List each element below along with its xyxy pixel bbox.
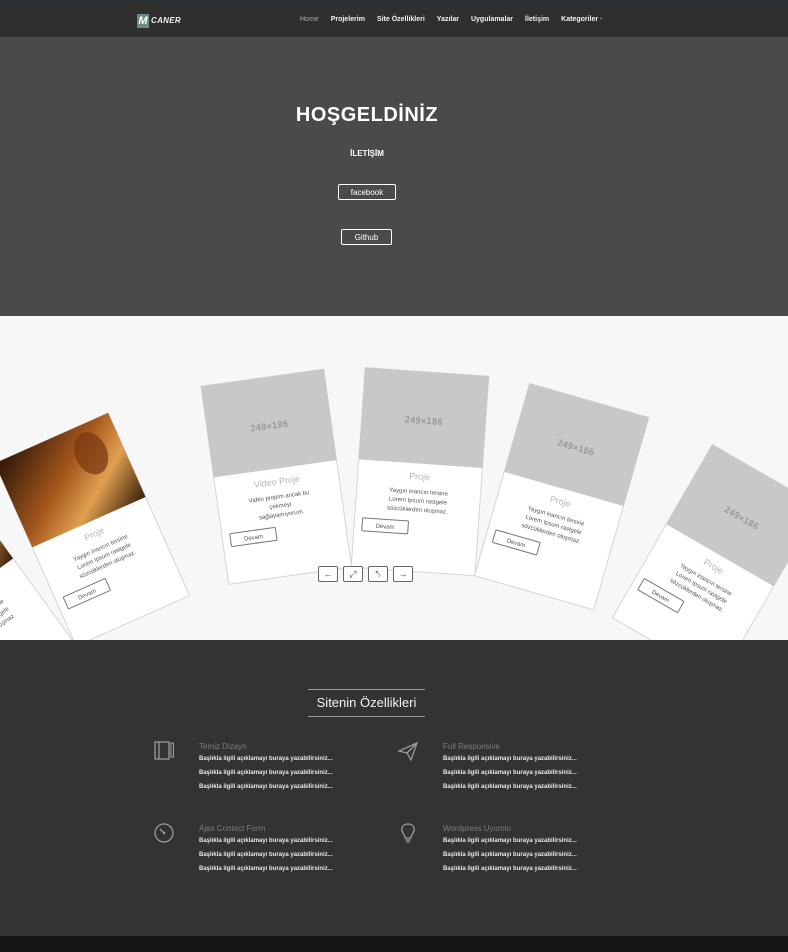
carousel-expand-button[interactable]: ⤢ [343, 566, 363, 582]
feature-line: Başlıkla ilgili açıklamayı buraya yazabi… [199, 756, 333, 762]
feature-full-responsive: Full Responsive Başlıkla ilgili açıklama… [397, 741, 643, 798]
contact-label: İLETİŞİM [350, 149, 384, 158]
nav-menu: Home Projelerim Site Özellikleri Yazılar… [300, 16, 602, 23]
feature-ajax-contact-form: Ajax Contact Form Başlıkla ilgili açıkla… [154, 823, 399, 880]
speedometer-icon [154, 823, 174, 843]
notebook-icon [154, 741, 175, 760]
feature-line: Başlıkla ilgili açıklamayı buraya yazabi… [443, 756, 577, 762]
card-title: Proje [409, 471, 431, 482]
carousel-cards: 249×186Video ProjeVideo projem ancak buç… [0, 367, 788, 640]
feature-line: Başlıkla ilgili açıklamayı buraya yazabi… [443, 770, 577, 776]
feature-line: Başlıkla ilgili açıklamayı buraya yazabi… [199, 838, 333, 844]
nav-item-home[interactable]: Home [300, 16, 319, 23]
carousel-card[interactable]: 249×186ProjeYaygın inancın tersineLorem … [611, 443, 788, 640]
project-carousel: 249×186 Video Proje Video projem ancak bu ç… [0, 316, 788, 640]
collapse-icon: ⤣ [375, 568, 381, 579]
feature-line: Başlıkla ilgili açıklamayı buraya yazabi… [199, 784, 333, 790]
nav-item-uygulamalar[interactable]: Uygulamalar [471, 16, 513, 23]
carousel-prev-button[interactable]: ← [318, 566, 338, 582]
feature-line: Başlıkla ilgili açıklamayı buraya yazabi… [443, 866, 577, 872]
nav-item-projelerim[interactable]: Projelerim [331, 16, 365, 23]
features-title: Sitenin Özellikleri [308, 689, 425, 717]
paper-plane-icon [397, 741, 419, 762]
feature-title: Wordpress Uyumlu [443, 824, 511, 833]
logo-text: CANER [151, 16, 181, 25]
feature-line: Başlıkla ilgili açıklamayı buraya yazabi… [443, 838, 577, 844]
feature-wordpress-uyumlu: Wordpress Uyumlu Başlıkla ilgili açıklam… [401, 823, 643, 880]
feature-line: Başlıkla ilgili açıklamayı buraya yazabi… [443, 852, 577, 858]
nav-item-yazilar[interactable]: Yazılar [437, 16, 459, 23]
feature-line: Başlıkla ilgili açıklamayı buraya yazabi… [199, 852, 333, 858]
nav-item-kategoriler[interactable]: Kategoriler · [561, 16, 602, 23]
feature-line: Başlıkla ilgili açıklamayı buraya yazabi… [199, 770, 333, 776]
lightbulb-icon [401, 823, 415, 843]
carousel-card[interactable]: 249×186Video ProjeVideo projem ancak buç… [200, 368, 353, 585]
carousel-collapse-button[interactable]: ⤣ [368, 566, 388, 582]
feature-line: Başlıkla ilgili açıklamayı buraya yazabi… [199, 866, 333, 872]
hero-title: HOŞGELDİNİZ [295, 104, 439, 126]
feature-temiz-dizayn: Temiz Dizayn Başlıkla ilgili açıklamayı … [154, 741, 399, 798]
feature-title: Ajax Contact Form [199, 824, 266, 833]
nav-item-site-ozellikleri[interactable]: Site Özellikleri [377, 16, 425, 23]
logo[interactable]: M CANER [137, 13, 181, 28]
carousel-next-button[interactable]: → [393, 566, 413, 582]
facebook-button[interactable]: facebook [338, 184, 396, 200]
nav-item-iletisim[interactable]: İletişim [525, 16, 549, 23]
taskbar-strip [0, 936, 788, 952]
features-section: Sitenin Özellikleri Temiz Dizayn Başlıkl… [0, 640, 788, 936]
navbar: M CANER Home Projelerim Site Özellikleri… [0, 4, 788, 37]
feature-title: Temiz Dizayn [199, 742, 247, 751]
expand-icon: ⤢ [349, 568, 357, 579]
github-button[interactable]: Github [341, 229, 392, 245]
arrow-right-icon: → [398, 569, 408, 579]
feature-line: Başlıkla ilgili açıklamayı buraya yazabi… [443, 784, 577, 790]
carousel-card[interactable]: 249×186ProjeYaygın inancın tersineLorem … [350, 367, 490, 577]
carousel-card[interactable]: 249×186ProjeYaygın inancın tersineLorem … [473, 382, 650, 611]
hero-section: HOŞGELDİNİZ İLETİŞİM facebook Github [0, 37, 788, 316]
logo-mark: M [137, 13, 149, 28]
arrow-left-icon: ← [323, 569, 333, 579]
feature-title: Full Responsive [443, 742, 500, 751]
